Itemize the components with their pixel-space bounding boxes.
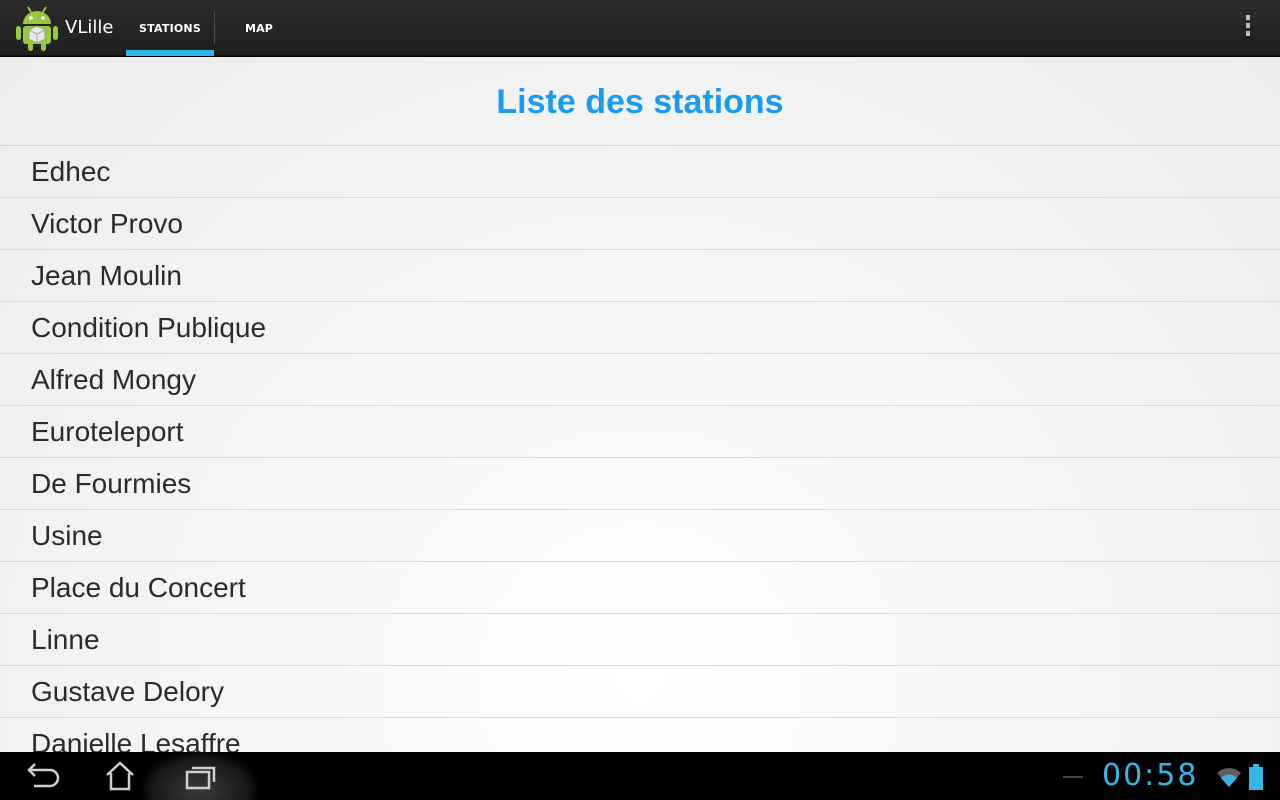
- tab-stations-label: STATIONS: [139, 21, 201, 35]
- page-title: Liste des stations: [496, 83, 784, 121]
- list-item[interactable]: De Fourmies: [0, 458, 1280, 510]
- tab-stations[interactable]: STATIONS: [126, 0, 214, 56]
- wifi-icon: [1217, 768, 1241, 787]
- tab-divider: [214, 12, 215, 44]
- clock[interactable]: 00:58: [1102, 758, 1198, 793]
- home-icon[interactable]: [98, 758, 142, 794]
- list-item[interactable]: Place du Concert: [0, 562, 1280, 614]
- back-icon[interactable]: [18, 758, 62, 794]
- overflow-menu-icon[interactable]: [1236, 14, 1260, 42]
- main-content: Liste des stations Edhec Victor Provo Je…: [0, 57, 1280, 752]
- list-item[interactable]: Victor Provo: [0, 198, 1280, 250]
- tab-map-label: MAP: [244, 21, 274, 35]
- list-item[interactable]: Gustave Delory: [0, 666, 1280, 718]
- list-item[interactable]: Usine: [0, 510, 1280, 562]
- list-item[interactable]: Alfred Mongy: [0, 354, 1280, 406]
- recent-apps-icon[interactable]: [178, 758, 222, 794]
- list-item[interactable]: Linne: [0, 614, 1280, 666]
- tab-selected-indicator: [126, 50, 214, 56]
- list-item[interactable]: Edhec: [0, 146, 1280, 198]
- system-bar: 00:58: [0, 752, 1280, 800]
- tab-map[interactable]: MAP: [216, 0, 302, 56]
- list-item[interactable]: Condition Publique: [0, 302, 1280, 354]
- list-item[interactable]: Jean Moulin: [0, 250, 1280, 302]
- app-title: VLille: [65, 17, 114, 38]
- list-item[interactable]: Euroteleport: [0, 406, 1280, 458]
- battery-icon: [1249, 764, 1263, 790]
- action-bar: VLille STATIONS MAP: [0, 0, 1280, 56]
- station-list[interactable]: Edhec Victor Provo Jean Moulin Condition…: [0, 145, 1280, 752]
- list-item[interactable]: Danielle Lesaffre: [0, 718, 1280, 753]
- notification-dash: [1063, 776, 1083, 778]
- android-icon[interactable]: [14, 4, 60, 52]
